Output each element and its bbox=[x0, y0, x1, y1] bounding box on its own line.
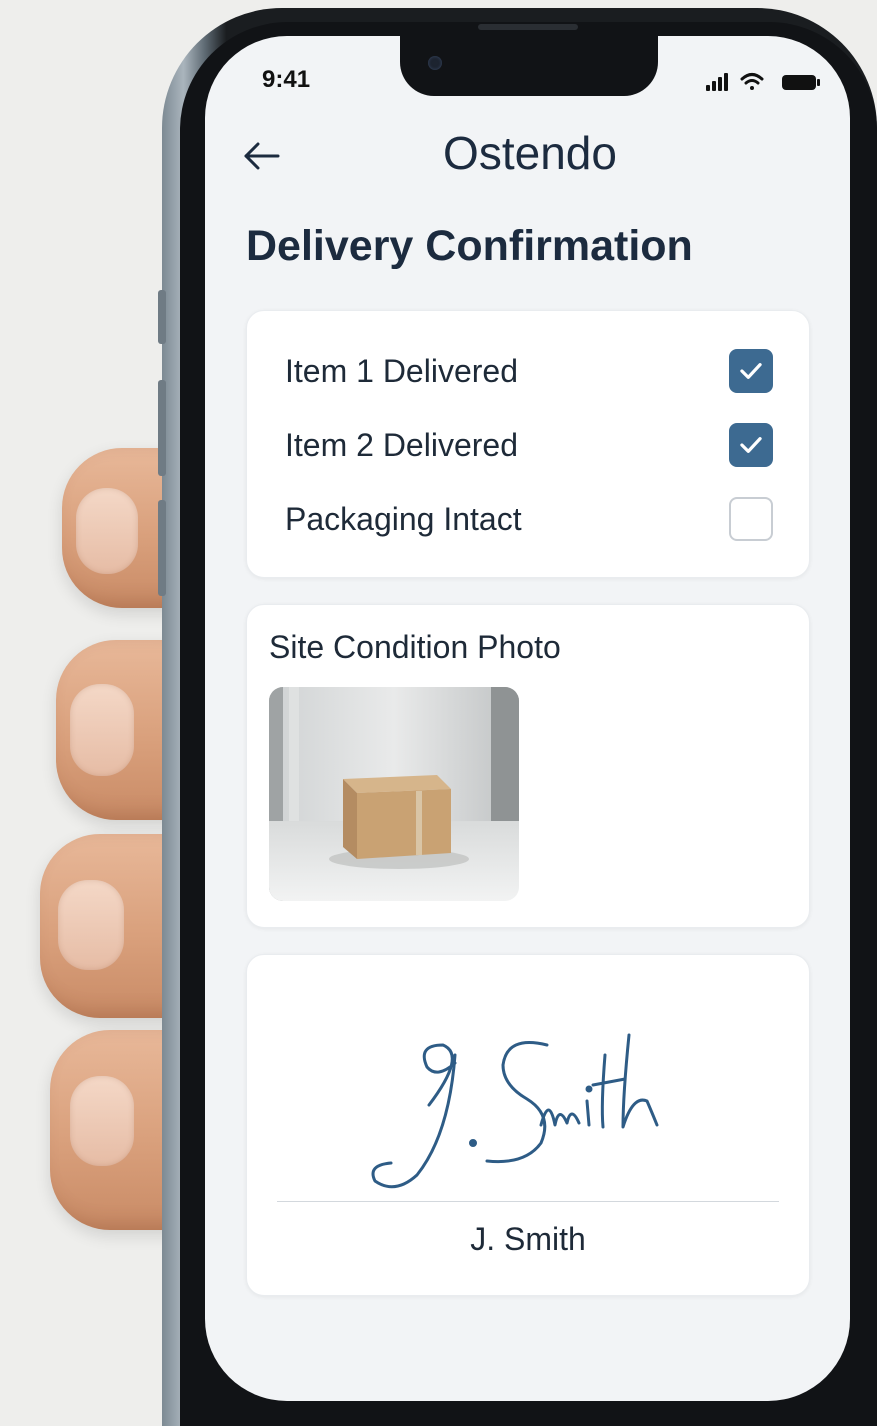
status-time: 9:41 bbox=[262, 66, 311, 93]
wifi-icon bbox=[740, 73, 764, 90]
site-condition-photo[interactable] bbox=[269, 687, 519, 901]
status-icons bbox=[706, 73, 820, 91]
checklist-card: Item 1 Delivered Item 2 Delivered Packag… bbox=[246, 310, 810, 578]
page-title: Delivery Confirmation bbox=[246, 222, 693, 270]
fingernail bbox=[58, 880, 124, 970]
checklist-item: Item 1 Delivered bbox=[285, 347, 773, 397]
side-button bbox=[158, 290, 166, 344]
signature-image[interactable] bbox=[357, 1015, 697, 1195]
fingernail bbox=[70, 684, 134, 776]
photo-card: Site Condition Photo bbox=[246, 604, 810, 928]
back-button[interactable] bbox=[240, 136, 284, 176]
checklist-item-label: Item 2 Delivered bbox=[285, 427, 518, 463]
speaker-grille bbox=[478, 24, 578, 30]
item-2-checkbox[interactable] bbox=[729, 423, 773, 467]
item-1-checkbox[interactable] bbox=[729, 349, 773, 393]
app-title: Ostendo bbox=[443, 127, 617, 179]
battery-icon bbox=[782, 75, 820, 90]
checkmark-icon bbox=[740, 363, 762, 379]
volume-down-button bbox=[158, 500, 166, 596]
checklist-item-label: Packaging Intact bbox=[285, 501, 522, 537]
checklist-item: Packaging Intact bbox=[285, 495, 773, 545]
arrow-left-icon bbox=[244, 142, 280, 170]
checklist-item: Item 2 Delivered bbox=[285, 421, 773, 471]
signer-name: J. Smith bbox=[470, 1221, 586, 1257]
photo-heading: Site Condition Photo bbox=[269, 629, 561, 665]
checkmark-icon bbox=[740, 437, 762, 453]
fingernail bbox=[76, 488, 138, 574]
packaging-intact-checkbox[interactable] bbox=[729, 497, 773, 541]
checklist-item-label: Item 1 Delivered bbox=[285, 353, 518, 389]
volume-up-button bbox=[158, 380, 166, 476]
signal-icon bbox=[706, 73, 728, 91]
front-camera bbox=[428, 56, 442, 70]
signature-card: J. Smith bbox=[246, 954, 810, 1296]
scene: 9:41 Ostendo Delivery Confirmation Item … bbox=[0, 0, 877, 1426]
signature-line bbox=[277, 1201, 779, 1202]
fingernail bbox=[70, 1076, 134, 1166]
